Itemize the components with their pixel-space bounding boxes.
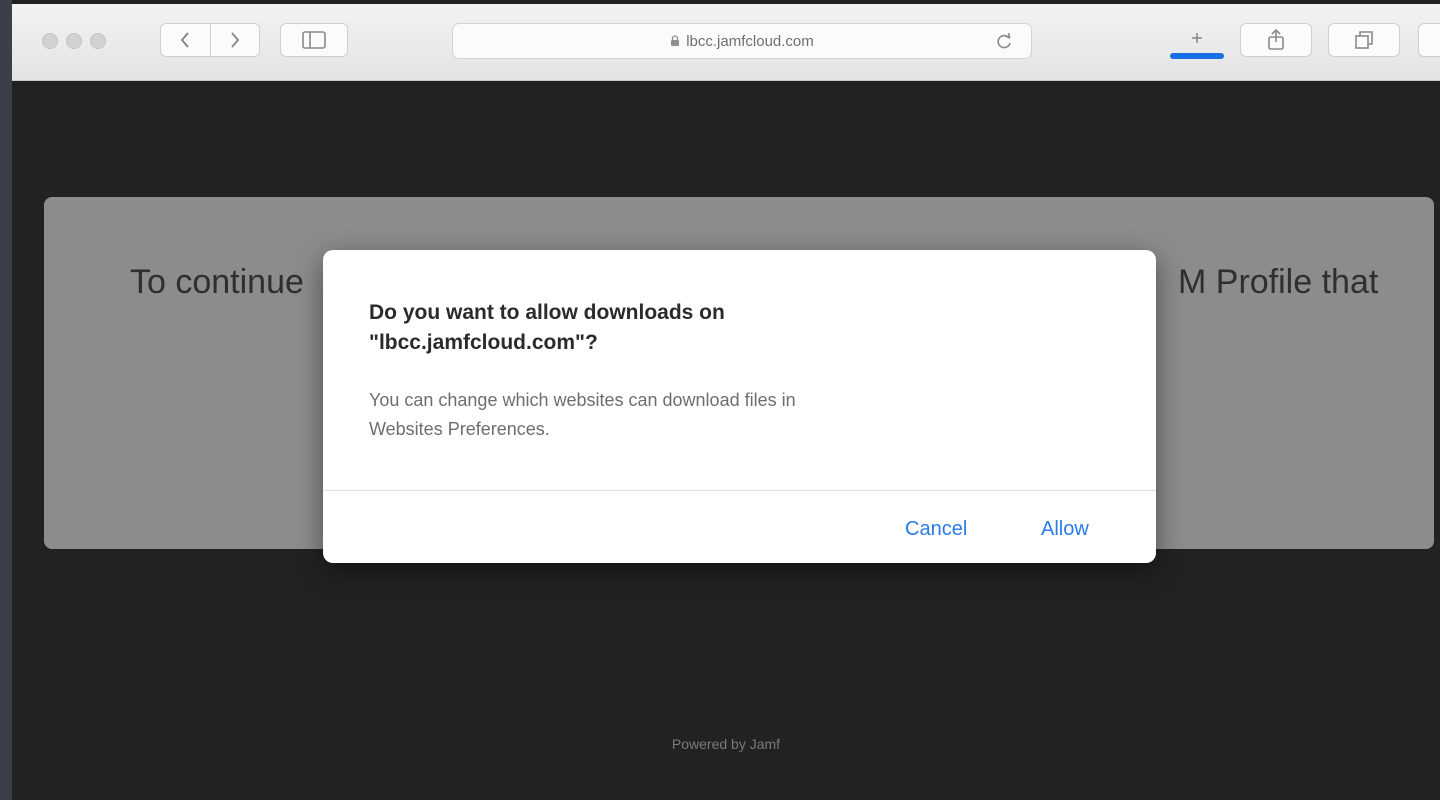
panel-text-left: To continue (130, 263, 304, 301)
address-bar[interactable]: lbcc.jamfcloud.com (452, 23, 1032, 59)
navigation-buttons (160, 23, 260, 57)
dialog-title-line: "lbcc.jamfcloud.com"? (369, 331, 598, 355)
dialog-title: Do you want to allow downloads on "lbcc.… (369, 298, 929, 359)
download-progress-bar (1170, 53, 1224, 59)
dialog-message-line: Websites Preferences. (369, 418, 550, 439)
browser-window: lbcc.jamfcloud.com To continue M Profile… (12, 4, 1440, 800)
share-icon (1268, 29, 1284, 50)
minimize-window-button[interactable] (66, 33, 82, 49)
share-button[interactable] (1240, 23, 1312, 57)
lock-icon (670, 35, 680, 47)
allow-button[interactable]: Allow (1041, 518, 1089, 541)
forward-button[interactable] (209, 24, 260, 56)
download-icon (1192, 33, 1202, 43)
forward-icon (230, 32, 240, 48)
dialog-message-line: You can change which websites can downlo… (369, 390, 796, 410)
back-button[interactable] (161, 24, 210, 56)
sidebar-button[interactable] (280, 23, 348, 57)
cancel-button[interactable]: Cancel (905, 518, 967, 541)
window-edge (0, 0, 12, 800)
zoom-window-button[interactable] (90, 33, 106, 49)
browser-toolbar: lbcc.jamfcloud.com (12, 4, 1440, 81)
sidebar-icon (302, 31, 326, 49)
tabs-button[interactable] (1328, 23, 1400, 57)
back-icon (180, 32, 190, 48)
dialog-divider (323, 490, 1156, 491)
panel-text-right: M Profile that (1178, 263, 1379, 301)
downloads-button[interactable] (1166, 23, 1228, 59)
new-tab-button[interactable] (1418, 23, 1440, 57)
url-text: lbcc.jamfcloud.com (686, 32, 814, 50)
allow-downloads-dialog: Do you want to allow downloads on "lbcc.… (323, 250, 1156, 563)
reload-icon[interactable] (995, 31, 1013, 55)
tabs-icon (1355, 31, 1373, 49)
dialog-title-line: Do you want to allow downloads on (369, 301, 725, 324)
dialog-message: You can change which websites can downlo… (369, 386, 1049, 444)
close-window-button[interactable] (42, 33, 58, 49)
powered-by-footer: Powered by Jamf (671, 736, 781, 752)
